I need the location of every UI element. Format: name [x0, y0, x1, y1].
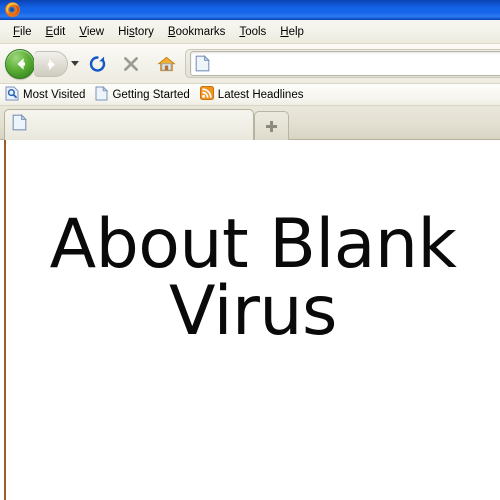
firefox-logo-icon	[4, 1, 21, 18]
menu-item-file[interactable]: File	[6, 24, 39, 40]
page-document-icon	[95, 85, 109, 104]
menu-item-history[interactable]: History	[111, 24, 161, 40]
rss-feed-icon	[199, 86, 214, 103]
navigation-toolbar	[0, 44, 500, 84]
content-left-border	[4, 140, 6, 500]
bookmark-label: Getting Started	[112, 88, 190, 101]
magnifier-page-icon	[5, 86, 19, 104]
home-icon[interactable]	[157, 54, 176, 73]
page-heading: About Blank Virus	[49, 205, 457, 351]
bookmark-label: Most Visited	[23, 88, 86, 101]
bookmark-getting-started[interactable]: Getting Started	[95, 85, 190, 104]
bookmark-most-visited[interactable]: Most Visited	[5, 86, 85, 104]
stop-x-icon	[124, 56, 138, 71]
menu-item-edit[interactable]: Edit	[39, 24, 73, 40]
new-tab-button[interactable]	[254, 111, 289, 140]
menu-item-tools[interactable]: Tools	[232, 24, 273, 40]
chevron-down-icon[interactable]	[71, 61, 79, 66]
bookmarks-toolbar: Most Visited Getting Started Latest Head…	[0, 84, 500, 106]
forward-button	[34, 51, 68, 77]
plus-icon	[266, 120, 277, 132]
browser-window: File Edit View History Bookmarks Tools H…	[0, 0, 500, 500]
tab-bar	[0, 106, 500, 140]
back-arrow-icon	[17, 58, 25, 70]
page-content: About Blank Virus	[0, 140, 500, 500]
tab-active[interactable]	[4, 109, 254, 140]
menu-item-view[interactable]: View	[72, 24, 111, 40]
title-bar	[0, 0, 500, 20]
menu-item-help[interactable]: Help	[273, 24, 311, 40]
forward-arrow-icon	[47, 59, 55, 70]
address-bar[interactable]	[190, 51, 500, 76]
menu-bar: File Edit View History Bookmarks Tools H…	[0, 20, 500, 44]
page-document-icon	[195, 55, 210, 72]
bookmark-label: Latest Headlines	[217, 88, 304, 101]
menu-item-bookmarks[interactable]: Bookmarks	[161, 24, 233, 40]
reload-icon[interactable]	[88, 54, 107, 73]
bookmark-latest-headlines[interactable]: Latest Headlines	[199, 86, 304, 103]
page-document-icon	[12, 113, 28, 136]
address-input[interactable]	[214, 52, 500, 75]
back-button[interactable]	[5, 49, 35, 79]
